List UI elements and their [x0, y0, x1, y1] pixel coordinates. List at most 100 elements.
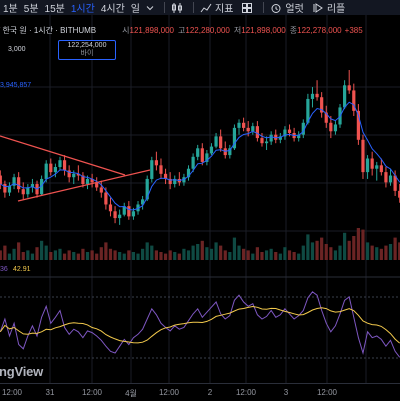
volume-bar [113, 250, 117, 260]
volume-bar [118, 252, 122, 260]
candle-body [58, 160, 62, 168]
volume-bar [209, 248, 214, 260]
symbol-title[interactable]: / 한국 원 · 1시간 · BITHUMB [0, 25, 96, 36]
volume-bar [173, 252, 177, 260]
volume-bar [81, 248, 85, 260]
candle-body [242, 122, 246, 128]
volume-bar [338, 245, 342, 260]
symbol-info-row: / 한국 원 · 1시간 · BITHUMB 시 121,898,000 고 122… [0, 22, 400, 38]
volume-bar [49, 252, 53, 260]
buy-label: 바이 [80, 50, 94, 57]
candle-body [0, 175, 2, 185]
volume-bar [85, 252, 90, 260]
volume-bar [122, 253, 126, 260]
indicators-button[interactable]: 지표 [200, 0, 233, 15]
volume-bar [191, 245, 195, 260]
volume-bar [186, 250, 191, 260]
candle-body [154, 160, 158, 166]
alert-button[interactable]: 얼럿 [270, 0, 304, 15]
volume-bar [242, 248, 246, 260]
candle-body [21, 189, 25, 195]
candle-body [333, 124, 338, 132]
timeframe-5m[interactable]: 5분 [24, 0, 45, 15]
candle-body [200, 148, 204, 162]
time-tick: 31 [45, 388, 55, 397]
candle-body [287, 129, 292, 133]
buy-order-button[interactable]: 122,254,000 바이 [58, 40, 116, 60]
candle-body [255, 126, 259, 139]
volume-bar [251, 253, 255, 260]
volume-bar [108, 248, 113, 260]
volume-bar [150, 245, 154, 260]
volume-bar [99, 247, 103, 260]
layout-grid-icon [242, 2, 253, 13]
candle-body [17, 177, 21, 190]
open-label: 시 [122, 25, 130, 35]
volume-bar [35, 247, 39, 260]
volume-bar [72, 252, 76, 260]
candle-body [44, 163, 48, 179]
volume-bar [379, 248, 383, 260]
volume-bar [196, 244, 200, 260]
low-label: 저 [233, 25, 242, 35]
grid-lines [0, 15, 400, 383]
time-tick: 3 [283, 388, 289, 397]
candles-icon [172, 2, 182, 13]
volume-bar [384, 245, 388, 260]
volume-bar [26, 250, 30, 260]
candle-body [99, 187, 103, 193]
price-chart[interactable] [0, 15, 400, 383]
candle-body [264, 141, 269, 144]
volume-bar [347, 240, 351, 260]
candle-body [315, 93, 319, 98]
time-axis: 12:00 31 12:00 4월 12:00 2 12:00 3 12:00 [0, 383, 400, 401]
volume-bar [7, 253, 12, 260]
timeframe-1h[interactable]: 1시간 [71, 0, 101, 15]
candle-body [26, 187, 30, 195]
time-tick: 12:00 [235, 388, 257, 397]
replay-label: 리플 [326, 4, 346, 15]
timeframe-4h[interactable]: 4시간 [101, 0, 131, 15]
top-toolbar: 1분 5분 15분 1시간 4시간 일 지표 얼럿 리플 [0, 0, 400, 15]
timeframe-1d[interactable]: 일 [131, 0, 146, 15]
candle-body [53, 167, 57, 173]
volume-bar [301, 245, 305, 260]
volume-bar [329, 247, 333, 260]
tradingview-watermark: ngView [0, 364, 44, 379]
time-tick: 4월 [125, 389, 137, 398]
volume-bar [310, 242, 315, 260]
candle-body [214, 136, 218, 147]
volume-bar [260, 252, 264, 260]
candle-body [196, 148, 200, 157]
time-tick: 12:00 [1, 388, 23, 397]
layout-button[interactable] [241, 2, 253, 14]
open-value: 121,898,000 [129, 25, 175, 35]
timeframe-15m[interactable]: 15분 [45, 0, 71, 15]
indicators-label: 지표 [215, 4, 234, 15]
candle-type-button[interactable] [171, 2, 183, 14]
candle-body [388, 175, 393, 183]
candle-body [49, 163, 53, 173]
volume-bar [361, 229, 365, 260]
volume-bar [3, 245, 7, 260]
timeframe-dropdown[interactable] [146, 4, 154, 12]
candle-body [361, 139, 365, 173]
replay-button[interactable]: 리플 [312, 0, 345, 15]
candle-body [260, 138, 264, 144]
volume-bar [388, 244, 393, 260]
candle-body [118, 214, 122, 219]
candle-body [108, 204, 113, 212]
volume-bar [182, 248, 186, 260]
volume-bar [278, 253, 282, 260]
volume-bar [0, 250, 2, 260]
volume-bar [223, 250, 227, 260]
volume-bar [375, 247, 379, 260]
volume-bar [352, 236, 356, 260]
volume-bar [21, 252, 25, 260]
candle-body [3, 184, 7, 193]
volume-bar [214, 242, 218, 260]
volume-bar [264, 250, 269, 260]
candle-body [85, 178, 90, 185]
volume-bar [205, 247, 209, 260]
timeframe-1m[interactable]: 1분 [0, 0, 24, 15]
